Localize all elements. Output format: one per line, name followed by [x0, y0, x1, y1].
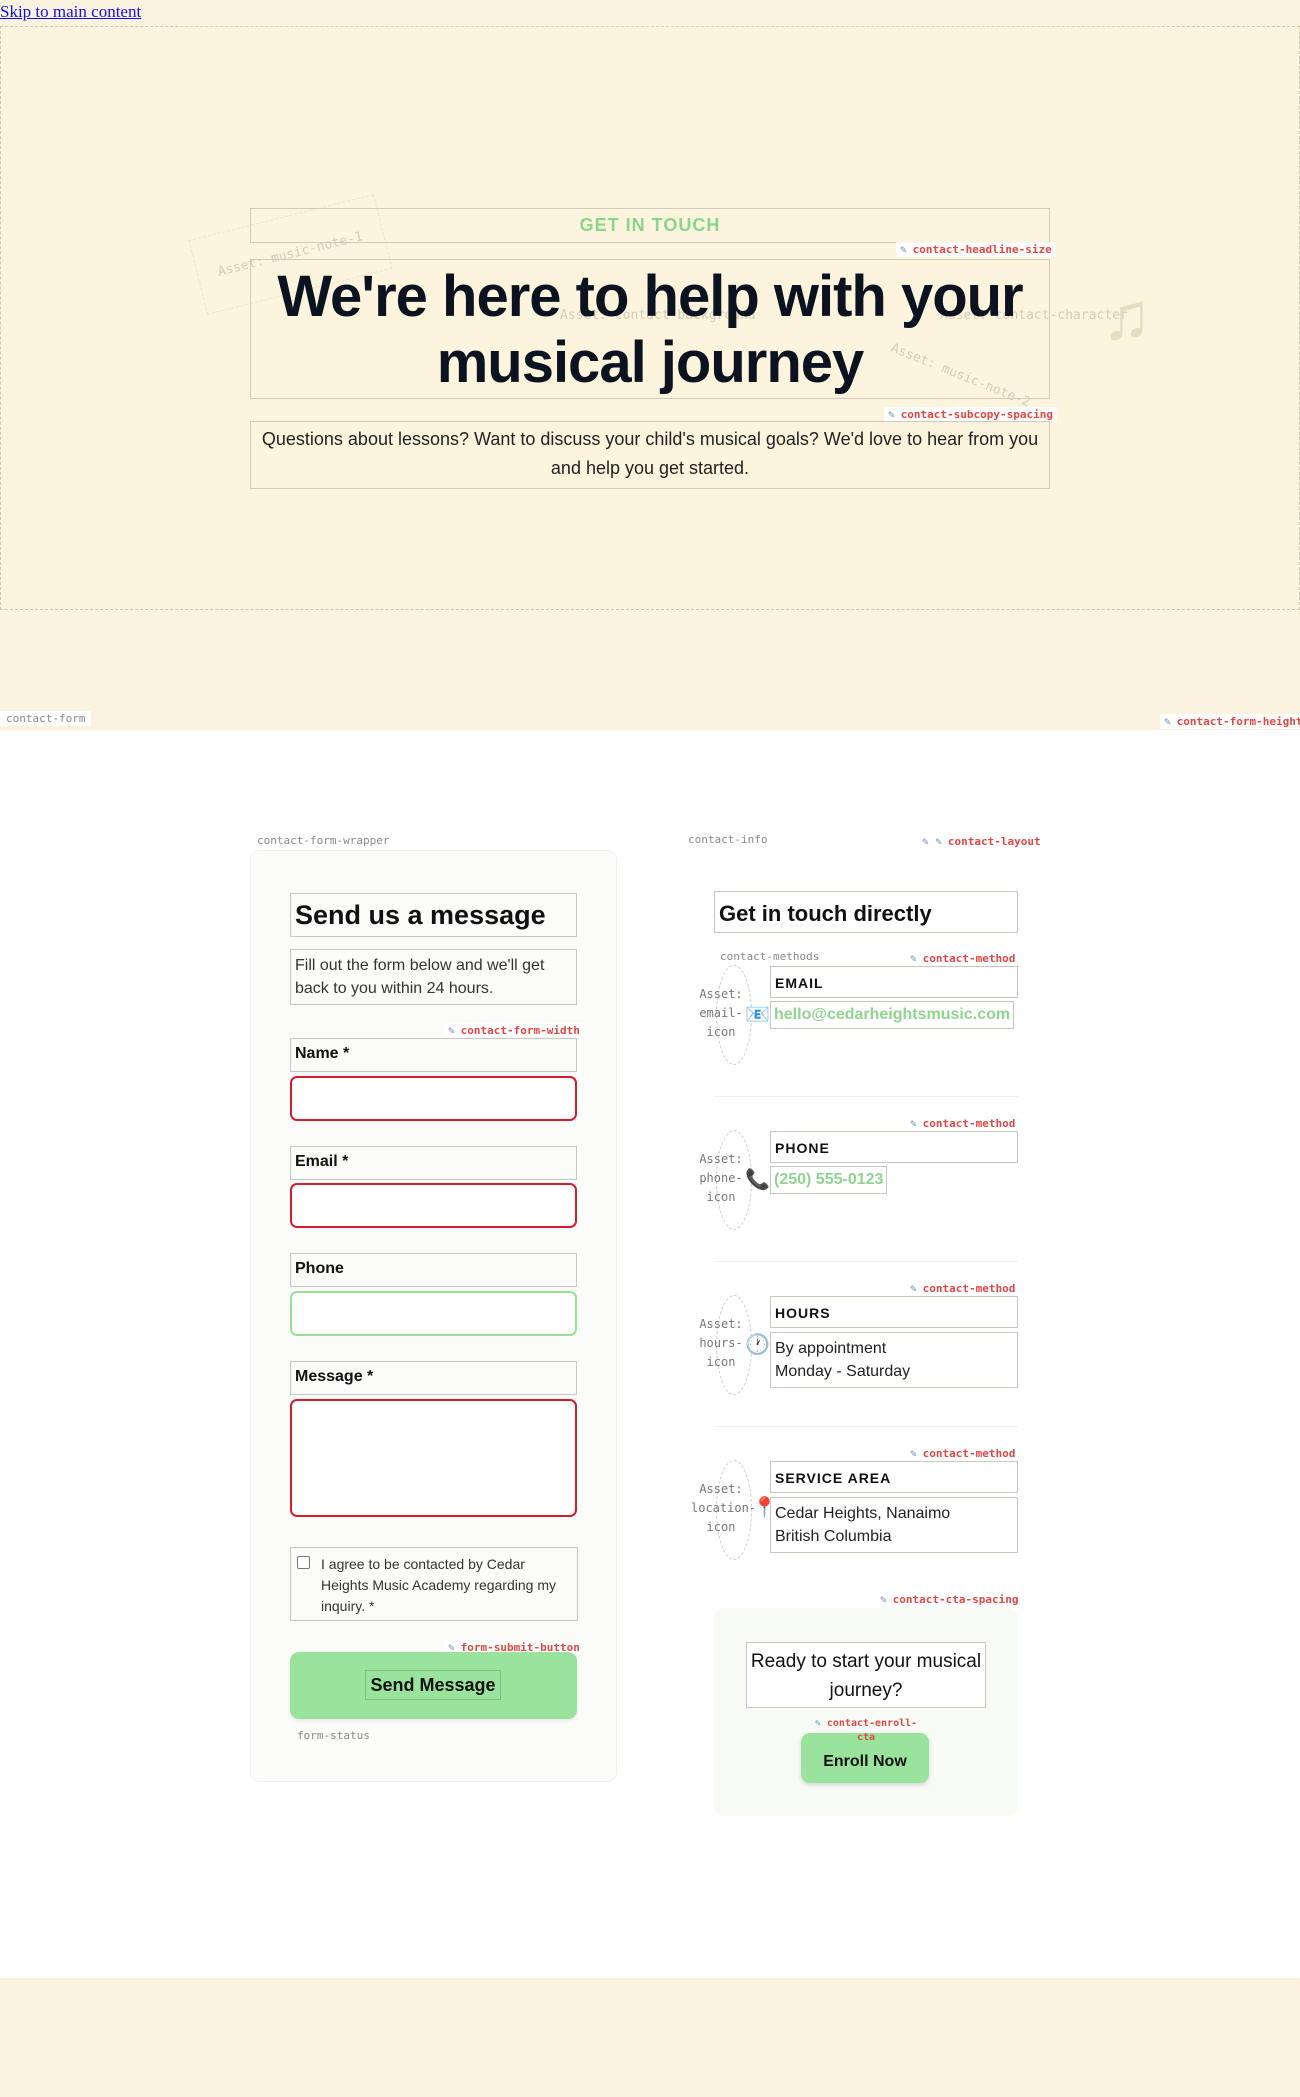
footer-band	[0, 1978, 1300, 2097]
phone-link[interactable]: (250) 555-0123	[770, 1166, 888, 1194]
method-divider	[714, 1096, 1018, 1097]
form-status: form-status	[297, 1729, 370, 1742]
email-label: Email *	[290, 1146, 577, 1180]
hours-line-2: Monday - Saturday	[775, 1363, 911, 1380]
email-icon: 📧	[745, 1004, 770, 1026]
send-message-label: Send Message	[365, 1670, 501, 1700]
consent-checkbox-group[interactable]: I agree to be contacted by Cedar Heights…	[290, 1547, 578, 1621]
message-textarea[interactable]	[290, 1399, 577, 1517]
service-area-line-1: Cedar Heights, Nanaimo	[775, 1505, 951, 1522]
hours-value: By appointment Monday - Saturday	[770, 1332, 1018, 1388]
contact-method-annotation: ✎ contact-method	[906, 1281, 1020, 1296]
method-divider	[714, 1426, 1018, 1427]
service-area-method-title: SERVICE AREA	[770, 1461, 1018, 1493]
form-width-annotation: ✎ contact-form-width	[444, 1023, 584, 1038]
consent-checkbox[interactable]	[297, 1556, 310, 1569]
phone-method-title: PHONE	[770, 1131, 1018, 1163]
hours-method-title: HOURS	[770, 1296, 1018, 1328]
name-label: Name *	[290, 1038, 577, 1072]
email-method-title: EMAIL	[770, 966, 1018, 998]
method-divider	[714, 1261, 1018, 1262]
service-area-value: Cedar Heights, Nanaimo British Columbia	[770, 1497, 1018, 1553]
subcopy-spacing-annotation: ✎ contact-subcopy-spacing	[884, 407, 1057, 422]
music-note-icon: ♫	[1102, 279, 1152, 353]
enroll-cta-card	[714, 1608, 1018, 1816]
enroll-cta-annotation: ✎ contact-enroll-cta	[814, 1718, 918, 1743]
send-message-button[interactable]: Send Message	[290, 1652, 577, 1719]
hero-divider	[180, 26, 1160, 27]
headline-size-annotation: ✎ contact-headline-size	[896, 242, 1056, 257]
consent-label: I agree to be contacted by Cedar Heights…	[321, 1556, 556, 1614]
phone-label: Phone	[290, 1253, 577, 1287]
contact-info-label: contact-info	[688, 833, 768, 846]
hours-line-1: By appointment	[775, 1340, 887, 1357]
cta-spacing-annotation: ✎ contact-cta-spacing	[876, 1592, 1023, 1607]
hours-icon-asset-label: Asset: hours-icon	[699, 1317, 743, 1369]
hero-headline: We're here to help with your musical jou…	[250, 259, 1050, 399]
phone-icon: 📞	[745, 1169, 770, 1191]
service-area-line-2: British Columbia	[775, 1528, 892, 1545]
contact-method-annotation: ✎ contact-method	[906, 951, 1020, 966]
email-link[interactable]: hello@cedarheightsmusic.com	[770, 1001, 1015, 1029]
form-title: Send us a message	[290, 893, 577, 937]
hero-subcopy: Questions about lessons? Want to discuss…	[250, 421, 1050, 489]
phone-icon-asset-label: Asset: phone-icon	[699, 1152, 743, 1204]
message-label: Message *	[290, 1361, 577, 1395]
contact-form-section-label: contact-form	[0, 711, 92, 726]
info-title: Get in touch directly	[714, 891, 1018, 933]
hero-eyebrow: GET IN TOUCH	[250, 208, 1050, 243]
phone-input[interactable]	[290, 1291, 577, 1336]
email-input[interactable]	[290, 1183, 577, 1228]
form-intro: Fill out the form below and we'll get ba…	[290, 949, 577, 1005]
name-input[interactable]	[290, 1076, 577, 1121]
skip-to-content-link[interactable]: Skip to main content	[0, 2, 141, 22]
contact-form-section	[0, 730, 1300, 1978]
form-wrapper-label: contact-form-wrapper	[257, 834, 390, 847]
clock-icon: 🕐	[745, 1334, 770, 1356]
email-icon-asset-label: Asset: email-icon	[699, 987, 743, 1039]
contact-layout-annotation: ✎ ✎ contact-layout	[918, 834, 1045, 849]
contact-methods-label: contact-methods	[720, 950, 820, 963]
cta-text: Ready to start your musical journey?	[746, 1642, 986, 1708]
enroll-now-label: Enroll Now	[823, 1753, 907, 1770]
contact-form-height-annotation: ✎ contact-form-height	[1160, 714, 1300, 729]
location-icon-asset-label: Asset: location-icon	[691, 1482, 757, 1534]
contact-method-annotation: ✎ contact-method	[906, 1446, 1020, 1461]
contact-method-annotation: ✎ contact-method	[906, 1116, 1020, 1131]
